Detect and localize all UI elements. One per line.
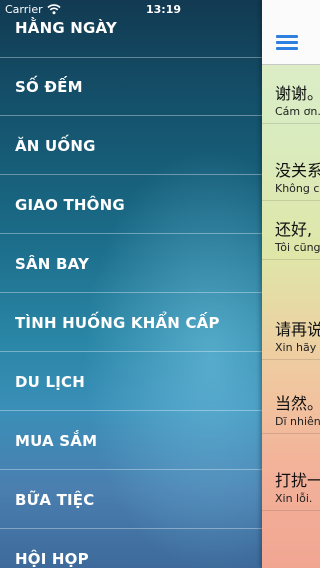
status-time: 13:19 (146, 3, 182, 16)
phrase-chinese: 谢谢。 (275, 84, 320, 103)
carrier-label: Carrier (5, 3, 43, 16)
phrase-row[interactable]: 请再说 Xin hãy (262, 301, 320, 360)
phrase-chinese: 当然。 (275, 394, 320, 413)
menu-item-label: MUA SẮM (15, 431, 98, 450)
menu-item-tinh-huong-khan-cap[interactable]: TÌNH HUỐNG KHẨN CẤP (0, 294, 262, 352)
phrase-row[interactable]: 没关系 Không c (262, 142, 320, 201)
phrase-row[interactable]: 当然。 Dĩ nhiên (262, 375, 320, 434)
menu-item-label: SÂN BAY (15, 254, 90, 273)
wifi-icon (47, 4, 61, 15)
menu-item-san-bay[interactable]: SÂN BAY (0, 235, 262, 293)
phrase-chinese: 打扰一 (275, 471, 320, 490)
phrase-row[interactable]: 打扰一 Xin lỗi. (262, 452, 320, 511)
app-screen: Carrier 13:19 HẰNG NGÀY SỐ ĐẾM ĂN UỐNG G… (0, 0, 320, 568)
menu-item-label: SỐ ĐẾM (15, 77, 83, 96)
menu-item-label: TÌNH HUỐNG KHẨN CẤP (15, 313, 220, 332)
menu-item-bua-tiec[interactable]: BỮA TIỆC (0, 471, 262, 529)
menu-item-mua-sam[interactable]: MUA SẮM (0, 412, 262, 470)
phrase-vietnamese: Cám ơn. (275, 105, 320, 118)
menu-item-du-lich[interactable]: DU LỊCH (0, 353, 262, 411)
content-panel: 谢谢。 Cám ơn. 没关系 Không c 还好, Tôi cũng 请再说… (262, 0, 320, 568)
phrase-vietnamese: Tôi cũng (275, 241, 320, 254)
menu-item-hoi-hop[interactable]: HỘI HỌP (0, 530, 262, 568)
menu-item-label: BỮA TIỆC (15, 490, 95, 509)
side-menu: HẰNG NGÀY SỐ ĐẾM ĂN UỐNG GIAO THÔNG SÂN … (0, 0, 262, 568)
phrase-row[interactable]: 谢谢。 Cám ơn. (262, 65, 320, 124)
status-bar: Carrier 13:19 (0, 0, 320, 20)
phrase-vietnamese: Không c (275, 182, 320, 195)
menu-item-so-dem[interactable]: SỐ ĐẾM (0, 58, 262, 116)
menu-item-label: ĂN UỐNG (15, 136, 96, 155)
phrase-row[interactable]: 还好, Tôi cũng (262, 201, 320, 260)
phrase-chinese: 还好, (275, 220, 313, 239)
phrase-chinese: 没关系 (275, 161, 320, 180)
menu-item-giao-thong[interactable]: GIAO THÔNG (0, 176, 262, 234)
phrase-vietnamese: Xin lỗi. (275, 492, 313, 505)
menu-item-label: DU LỊCH (15, 372, 85, 391)
menu-item-label: HỘI HỌP (15, 550, 89, 568)
phrase-vietnamese: Dĩ nhiên (275, 415, 320, 428)
hamburger-icon[interactable] (276, 35, 298, 51)
phrase-vietnamese: Xin hãy (275, 341, 317, 354)
menu-item-label: HẰNG NGÀY (15, 19, 117, 37)
phrase-chinese: 请再说 (275, 320, 320, 339)
menu-item-label: GIAO THÔNG (15, 195, 125, 214)
menu-item-an-uong[interactable]: ĂN UỐNG (0, 117, 262, 175)
